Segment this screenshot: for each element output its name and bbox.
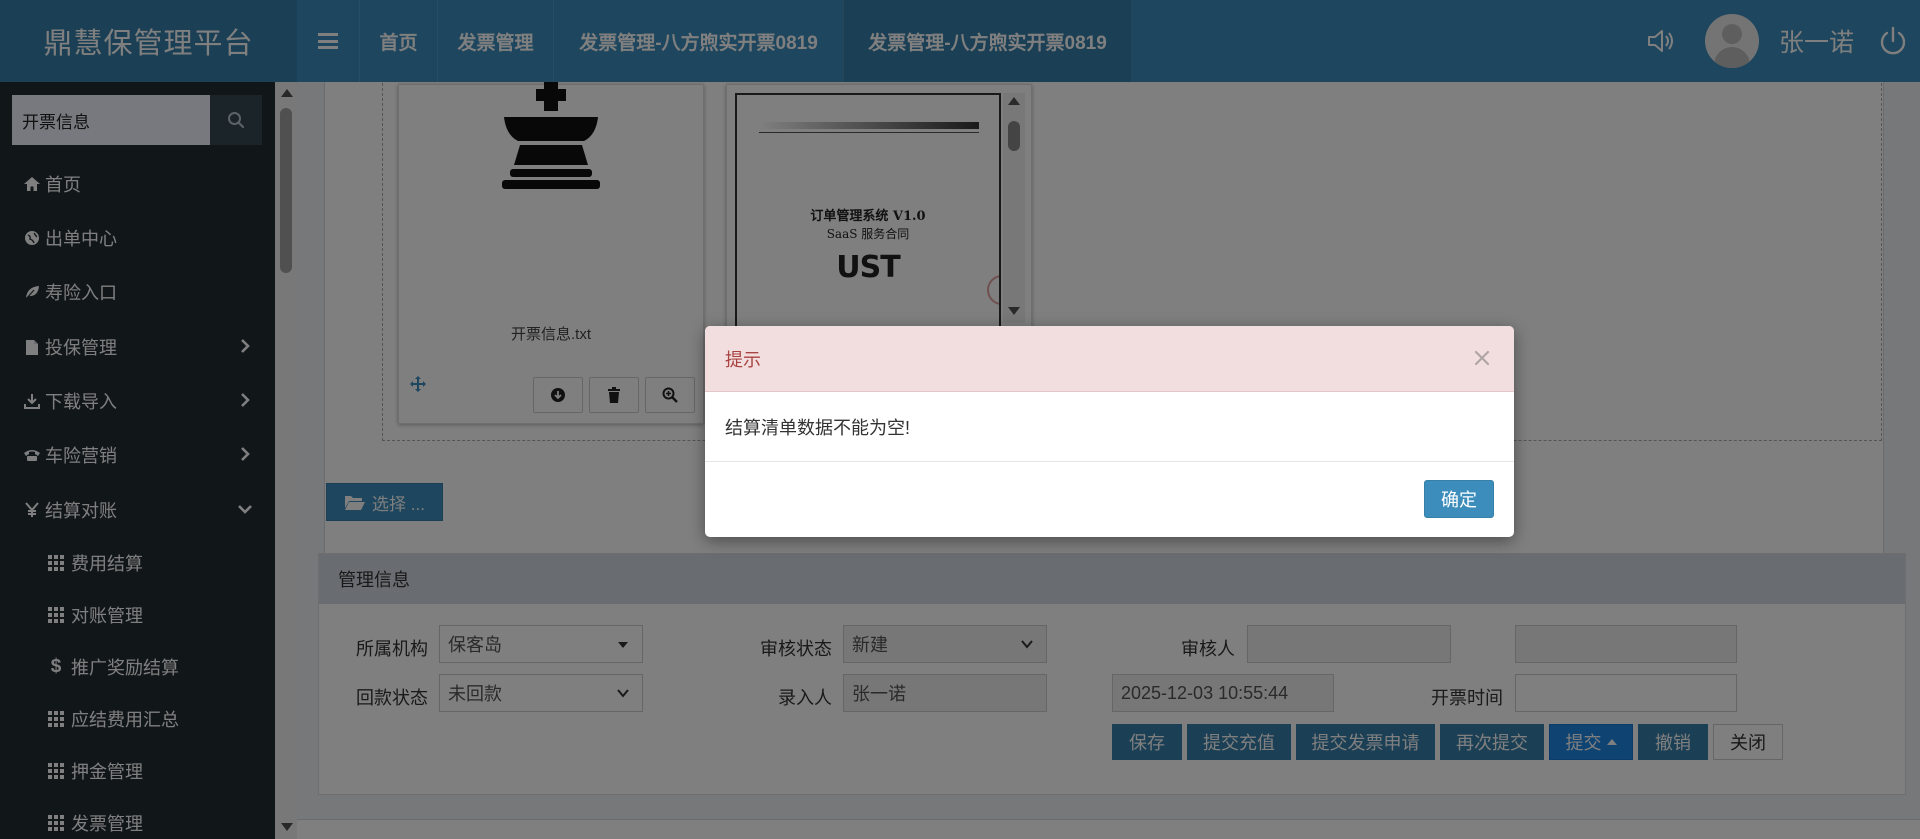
dialog-header: 提示 <box>705 326 1514 392</box>
close-icon[interactable] <box>1472 348 1492 368</box>
alert-dialog: 提示 结算清单数据不能为空! 确定 <box>705 326 1514 537</box>
confirm-button[interactable]: 确定 <box>1424 480 1494 518</box>
dialog-title: 提示 <box>725 350 761 370</box>
dialog-message: 结算清单数据不能为空! <box>725 418 910 438</box>
dialog-body: 结算清单数据不能为空! <box>705 392 1514 462</box>
